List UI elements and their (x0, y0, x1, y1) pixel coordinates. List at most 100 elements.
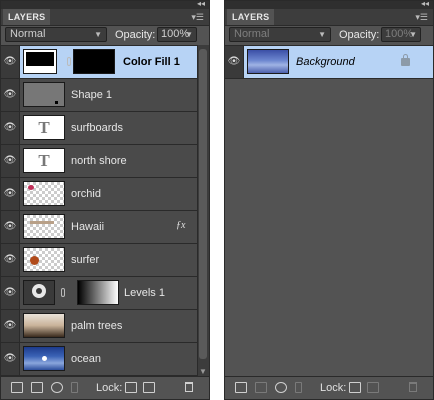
layer-name: Hawaii (71, 221, 105, 233)
layer-row-background[interactable]: 👁 Background (225, 46, 433, 79)
scroll-thumb[interactable] (199, 49, 207, 359)
blend-mode-value: Normal (10, 28, 46, 40)
trash-icon[interactable] (185, 382, 193, 392)
add-mask-icon[interactable] (255, 382, 267, 393)
visibility-eye-icon[interactable]: 👁 (1, 310, 20, 342)
visibility-eye-icon[interactable]: 👁 (1, 178, 20, 210)
layer-name: surfer (71, 254, 100, 266)
layer-list: 👁 Color Fill 1 👁 Shape 1 👁 T surfboards (1, 45, 198, 379)
layer-list-scrollbar[interactable]: ▼ (197, 45, 209, 378)
panel-tab-bar: LAYERS ▾☰ (225, 9, 433, 26)
visibility-eye-icon[interactable]: 👁 (225, 46, 244, 78)
layer-name: Background (296, 56, 355, 68)
new-layer-icon[interactable] (235, 382, 247, 393)
chevron-down-icon: ▼ (94, 30, 102, 39)
visibility-eye-icon[interactable]: 👁 (1, 211, 20, 243)
layer-thumbnail (247, 49, 289, 74)
layer-thumbnail (23, 313, 65, 338)
layer-row-color-fill[interactable]: 👁 Color Fill 1 (1, 46, 198, 79)
layer-name: surfboards (71, 122, 123, 134)
blend-mode-select[interactable]: Normal ▼ (229, 27, 331, 42)
visibility-eye-icon[interactable]: 👁 (1, 343, 20, 375)
layer-style-fx-icon[interactable]: ƒx (176, 220, 185, 231)
layer-row-surfboards[interactable]: 👁 T surfboards (1, 112, 198, 145)
adjustment-layer-icon[interactable] (51, 382, 63, 393)
collapse-icon[interactable]: ◂◂ (197, 0, 205, 9)
layer-row-levels[interactable]: 👁 Levels 1 (1, 277, 198, 310)
opacity-label: Opacity: (339, 29, 380, 41)
lock-all-icon[interactable] (367, 382, 379, 393)
layer-name: Shape 1 (71, 89, 112, 101)
layer-actions-bar: Lock: (1, 376, 209, 399)
layer-row-north-shore[interactable]: 👁 T north shore (1, 145, 198, 178)
panel-top-strip: ◂◂ (1, 0, 209, 9)
layer-row-palm-trees[interactable]: 👁 palm trees (1, 310, 198, 343)
lock-transparent-icon[interactable] (125, 382, 137, 393)
layer-row-hawaii[interactable]: 👁 Hawaii ƒx (1, 211, 198, 244)
layer-name: Levels 1 (124, 287, 165, 299)
lock-icon (401, 54, 410, 66)
layer-row-orchid[interactable]: 👁 orchid (1, 178, 198, 211)
layer-name: north shore (71, 155, 127, 167)
blend-mode-value: Normal (234, 28, 270, 40)
layers-panel-left: ◂◂ LAYERS ▾☰ Normal ▼ Opacity: 100% ▼ 👁 … (0, 0, 210, 400)
chevron-down-icon: ▼ (318, 30, 326, 39)
visibility-eye-icon[interactable]: 👁 (1, 46, 20, 78)
text-layer-thumbnail: T (23, 148, 65, 173)
layer-thumbnail (23, 247, 65, 272)
lock-transparent-icon[interactable] (349, 382, 361, 393)
link-icon[interactable] (67, 57, 71, 66)
visibility-eye-icon[interactable]: 👁 (1, 112, 20, 144)
layer-thumbnail (23, 181, 65, 206)
panel-menu-icon[interactable]: ▾☰ (191, 11, 204, 23)
layer-list: 👁 Background (225, 45, 433, 379)
visibility-eye-icon[interactable]: 👁 (1, 145, 20, 177)
visibility-eye-icon[interactable]: 👁 (1, 79, 20, 111)
add-mask-icon[interactable] (31, 382, 43, 393)
new-layer-icon[interactable] (11, 382, 23, 393)
adjustment-gear-icon (23, 280, 55, 305)
layer-name: palm trees (71, 320, 123, 332)
layer-thumbnail (23, 346, 65, 371)
text-layer-thumbnail: T (23, 115, 65, 140)
layer-mask-thumbnail (73, 49, 115, 74)
adjustment-layer-icon[interactable] (275, 382, 287, 393)
layer-options-bar: Normal ▼ Opacity: 100% ▼ (1, 26, 209, 45)
visibility-eye-icon[interactable]: 👁 (1, 244, 20, 276)
fill-color-thumbnail (23, 49, 57, 74)
panel-menu-icon[interactable]: ▾☰ (415, 11, 428, 23)
layer-actions-bar: Lock: (225, 376, 433, 399)
layer-row-shape[interactable]: 👁 Shape 1 (1, 79, 198, 112)
link-layers-icon[interactable] (71, 382, 78, 393)
link-icon[interactable] (61, 288, 65, 297)
opacity-label: Opacity: (115, 29, 156, 41)
layer-row-ocean[interactable]: 👁 ocean (1, 343, 198, 376)
link-layers-icon[interactable] (295, 382, 302, 393)
lock-label: Lock: (96, 382, 123, 394)
opacity-input[interactable]: 100% ▼ (157, 27, 197, 42)
collapse-icon[interactable]: ◂◂ (421, 0, 429, 9)
visibility-eye-icon[interactable]: 👁 (1, 277, 20, 309)
layer-name: ocean (71, 353, 101, 365)
blend-mode-select[interactable]: Normal ▼ (5, 27, 107, 42)
lock-all-icon[interactable] (143, 382, 155, 393)
panel-tab-bar: LAYERS ▾☰ (1, 9, 209, 26)
trash-icon[interactable] (409, 382, 417, 392)
layer-name: Color Fill 1 (123, 56, 180, 68)
layer-row-surfer[interactable]: 👁 surfer (1, 244, 198, 277)
shape-thumbnail (23, 82, 65, 107)
lock-label: Lock: (320, 382, 347, 394)
panel-top-strip: ◂◂ (225, 0, 433, 9)
layer-name: orchid (71, 188, 101, 200)
opacity-input[interactable]: 100% ▼ (381, 27, 421, 42)
tab-layers[interactable]: LAYERS (3, 9, 51, 25)
chevron-down-icon: ▼ (185, 30, 193, 39)
scroll-down-icon[interactable]: ▼ (199, 367, 207, 376)
chevron-down-icon: ▼ (409, 30, 417, 39)
layers-panel-right: ◂◂ LAYERS ▾☰ Normal ▼ Opacity: 100% ▼ 👁 … (224, 0, 434, 400)
text-t-icon: T (38, 118, 50, 137)
text-t-icon: T (38, 151, 50, 170)
layer-thumbnail (23, 214, 65, 239)
tab-layers[interactable]: LAYERS (227, 9, 275, 25)
layer-options-bar: Normal ▼ Opacity: 100% ▼ (225, 26, 433, 45)
